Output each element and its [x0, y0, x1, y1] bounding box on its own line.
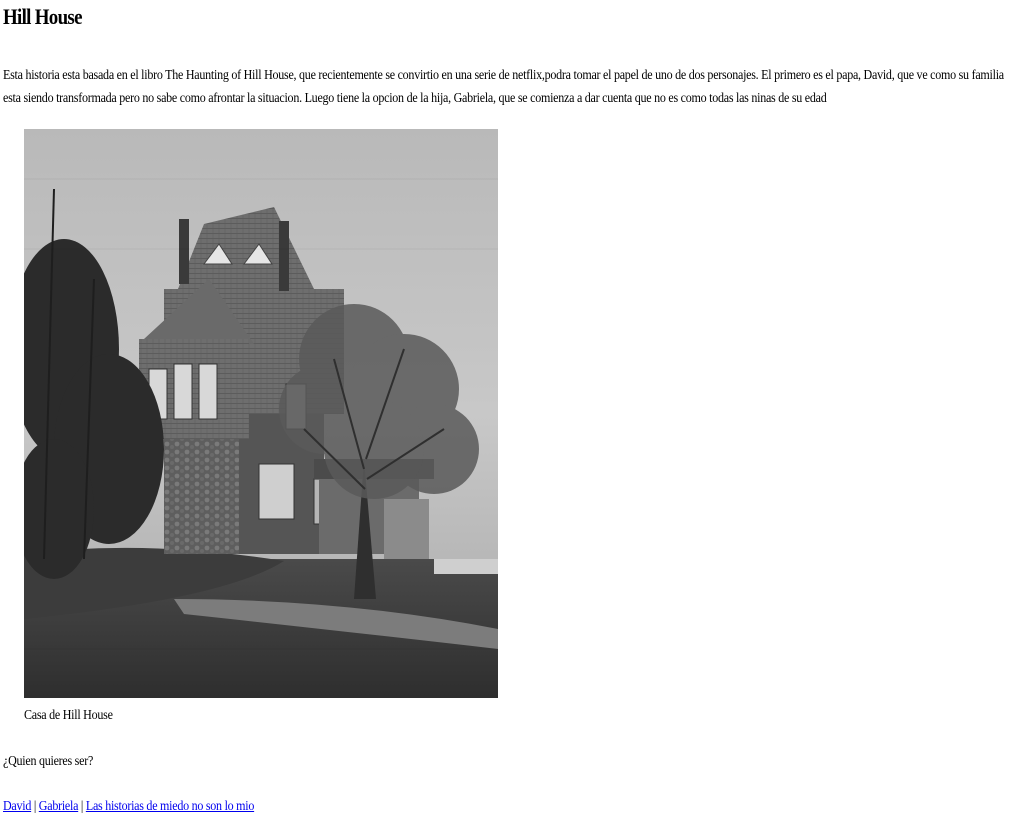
intro-paragraph: Esta historia esta basada en el libro Th… [3, 68, 1004, 106]
link-separator: | [31, 799, 39, 814]
link-david[interactable]: David [3, 799, 31, 814]
hill-house-photo [24, 129, 498, 698]
choice-question: ¿Quien quieres ser? [3, 754, 94, 769]
house-figure: Casa de Hill House [24, 129, 498, 723]
link-gabriela[interactable]: Gabriela [39, 799, 79, 814]
figure-caption: Casa de Hill House [24, 708, 113, 723]
link-no-horror[interactable]: Las historias de miedo no son lo mio [86, 799, 255, 814]
character-choice-links: David | Gabriela | Las historias de mied… [3, 799, 254, 815]
page-title: Hill House [3, 4, 82, 29]
